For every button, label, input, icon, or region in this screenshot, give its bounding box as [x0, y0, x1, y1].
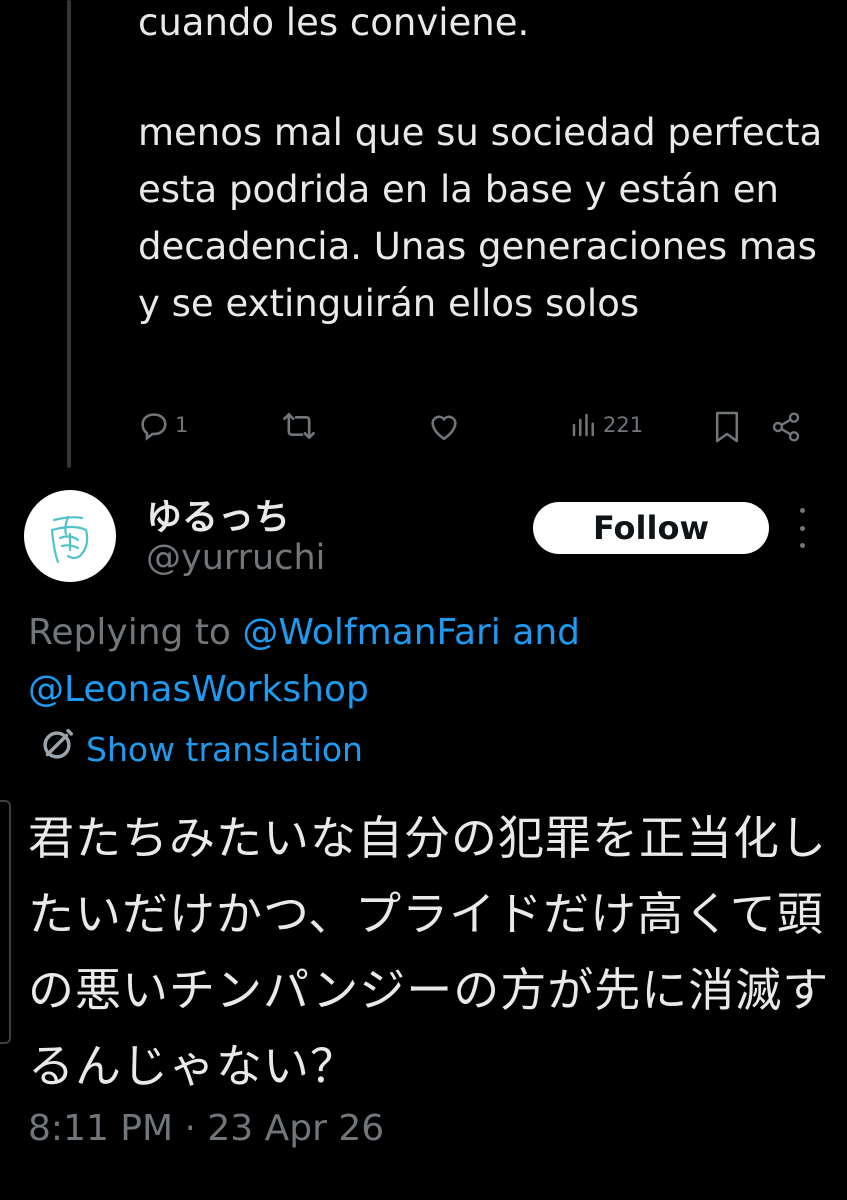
replying-prefix: Replying to — [28, 612, 243, 653]
reply-count: 1 — [175, 413, 189, 437]
scroll-edge-indicator — [0, 800, 11, 1044]
reply-text-line: るんじゃない？ — [28, 1039, 357, 1093]
tweet-timestamp[interactable]: 8:11 PM · 23 Apr 26 — [28, 1108, 384, 1149]
show-translation-label: Show translation — [86, 729, 363, 769]
reply-text-line: たいだけかつ、プライドだけ高くて頭 — [28, 887, 824, 941]
more-dots-icon[interactable] — [790, 508, 814, 548]
user-handle[interactable]: @yurruchi — [146, 538, 325, 578]
previous-tweet-line: cuando les conviene. — [138, 1, 530, 44]
reply-button[interactable]: 1 — [137, 408, 188, 442]
previous-tweet-paragraph: menos mal que su sociedad perfecta esta … — [138, 111, 823, 325]
mention-link-leonasworkshop[interactable]: @LeonasWorkshop — [28, 669, 369, 710]
translate-globe-icon — [38, 726, 76, 772]
reply-text-line: 君たちみたいな自分の犯罪を正当化し — [28, 811, 827, 865]
mention-and: and — [500, 612, 580, 653]
avatar[interactable] — [24, 490, 116, 582]
mention-link-wolfmanfari[interactable]: @WolfmanFari — [242, 612, 500, 653]
reply-text-line: の悪いチンパンジーの方が先に消滅す — [28, 963, 830, 1017]
view-count: 221 — [603, 413, 644, 437]
display-name[interactable]: ゆるっち — [146, 488, 290, 540]
heart-icon — [427, 410, 461, 442]
views-button[interactable]: 221 — [569, 410, 643, 440]
replying-to: Replying to @WolfmanFari and @LeonasWorks… — [28, 604, 828, 718]
share-button[interactable] — [770, 410, 802, 444]
retweet-button[interactable] — [281, 410, 317, 442]
reply-tweet-text: 君たちみたいな自分の犯罪を正当化し たいだけかつ、プライドだけ高くて頭 の悪いチ… — [28, 800, 828, 1104]
bookmark-icon — [713, 410, 741, 444]
reply-icon — [137, 408, 171, 442]
bookmark-button[interactable] — [713, 410, 741, 444]
thread-line — [67, 0, 71, 468]
reply-author-header: ゆるっち @yurruchi Follow — [0, 490, 847, 590]
show-translation-link[interactable]: Show translation — [38, 726, 363, 772]
follow-button[interactable]: Follow — [533, 502, 769, 554]
share-icon — [770, 410, 802, 444]
like-button[interactable] — [427, 410, 461, 442]
retweet-icon — [281, 410, 317, 442]
views-chart-icon — [569, 410, 599, 440]
tweet-action-bar: 1 221 — [0, 406, 847, 450]
